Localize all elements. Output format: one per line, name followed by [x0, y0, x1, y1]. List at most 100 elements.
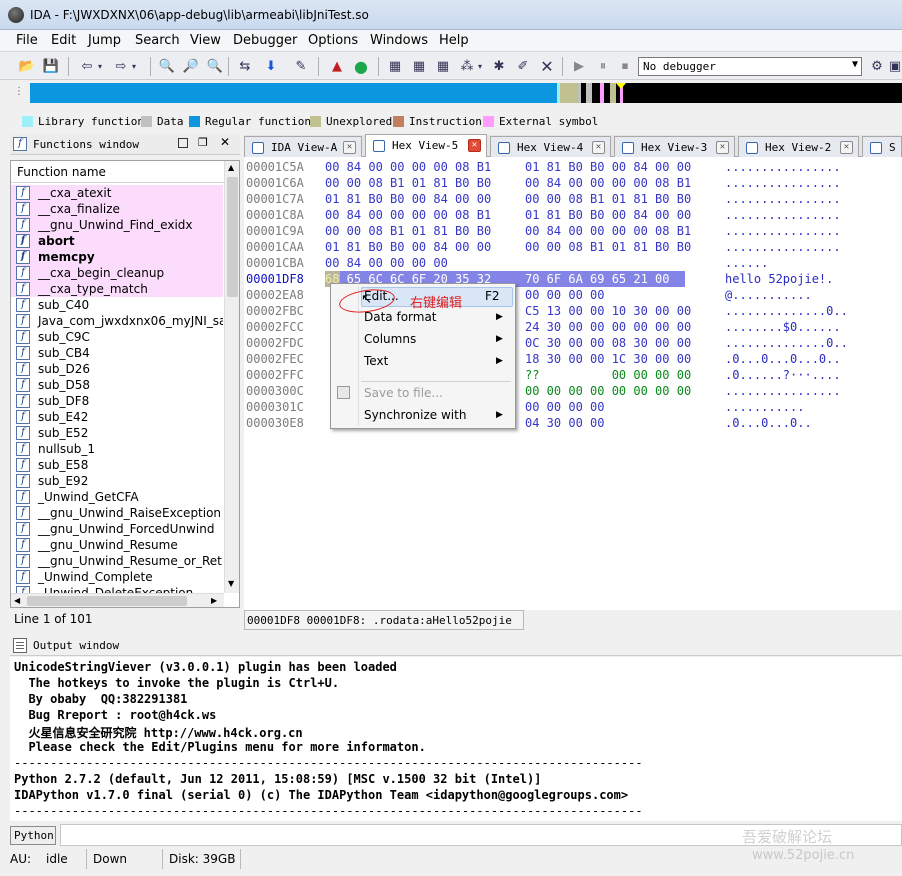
debugger-attach-icon[interactable]: ▣ — [886, 57, 902, 75]
undefine-icon[interactable]: ✕ — [538, 57, 556, 76]
menu-windows[interactable]: Windows — [370, 33, 428, 48]
tab-ida-view-a[interactable]: IDA View-A ✕ — [244, 136, 362, 157]
menu-view[interactable]: View — [190, 33, 221, 48]
close-icon[interactable]: ✕ — [343, 141, 356, 154]
hex-bytes-right[interactable]: 18 30 00 00 1C 30 00 00 — [525, 351, 691, 367]
function-name-column-header[interactable]: Function name — [11, 161, 226, 183]
function-row[interactable]: f __gnu_Unwind_ForcedUnwind — [11, 521, 223, 537]
back-icon[interactable]: ⇦ — [78, 57, 96, 75]
hex-bytes-right[interactable]: 24 30 00 00 00 00 00 00 — [525, 319, 691, 335]
hex-bytes-right[interactable]: 00 84 00 00 00 00 08 B1 — [525, 223, 691, 239]
enum-icon[interactable]: ✱ — [490, 57, 508, 75]
scroll-left-icon[interactable]: ◀ — [14, 596, 20, 605]
debugger-select[interactable]: No debugger ▼ — [638, 57, 862, 76]
tab-hex-view-4[interactable]: Hex View-4 ✕ — [490, 136, 611, 157]
array-type-icon[interactable]: ▦ — [434, 57, 452, 75]
hscroll-thumb[interactable] — [27, 596, 187, 606]
function-row[interactable]: f sub_D26 — [11, 361, 223, 377]
functions-window-titlebar[interactable]: f Functions window ❐ ✕ — [10, 135, 240, 155]
menu-item-synchronize-with[interactable]: Synchronize with — [364, 408, 466, 422]
close-icon[interactable]: ✕ — [468, 139, 481, 152]
close-icon[interactable]: ✕ — [840, 141, 853, 154]
hex-row[interactable]: 00001CAA 01 81 B0 B0 00 84 00 00 00 00 08 … — [244, 239, 902, 255]
menu-edit[interactable]: Edit — [51, 33, 76, 48]
restore-icon[interactable]: ❐ — [198, 136, 208, 149]
tab-s[interactable]: S — [862, 136, 902, 157]
function-row[interactable]: f __cxa_type_match — [11, 281, 223, 297]
menu-item-columns[interactable]: Columns — [364, 332, 416, 346]
save-icon[interactable]: 💾 — [42, 57, 60, 75]
python-button[interactable]: Python — [10, 826, 56, 845]
run-analysis-icon[interactable]: ● — [352, 57, 370, 76]
forward-dropdown-icon[interactable]: ▾ — [130, 57, 138, 75]
functions-horizontal-scrollbar[interactable]: ◀ ▶ — [11, 593, 224, 607]
maximize-icon[interactable] — [178, 138, 188, 148]
hex-bytes-left[interactable]: 00 00 08 B1 01 81 B0 B0 — [325, 223, 491, 239]
function-row[interactable]: f sub_C40 — [11, 297, 223, 313]
debug-stop-icon[interactable]: ⏹ — [616, 57, 634, 75]
hex-bytes-left[interactable]: 00 84 00 00 00 00 — [325, 255, 448, 271]
back-dropdown-icon[interactable]: ▾ — [96, 57, 104, 75]
hex-bytes-right[interactable]: 00 00 08 B1 01 81 B0 B0 — [525, 191, 691, 207]
hex-row[interactable]: 00001C9A 00 00 08 B1 01 81 B0 B0 00 84 00 … — [244, 223, 902, 239]
function-row[interactable]: f sub_D58 — [11, 377, 223, 393]
output-text[interactable]: UnicodeStringViever (v3.0.0.1) plugin ha… — [10, 657, 902, 821]
hex-bytes-right[interactable]: 01 81 B0 B0 00 84 00 00 — [525, 207, 691, 223]
navigation-band[interactable] — [30, 83, 902, 103]
struct-icon[interactable]: ⁂ — [458, 57, 476, 75]
hex-bytes-left[interactable]: 01 81 B0 B0 00 84 00 00 — [325, 191, 491, 207]
close-icon[interactable]: ✕ — [220, 135, 230, 149]
debug-start-icon[interactable]: ▶ — [570, 57, 588, 75]
menu-help[interactable]: Help — [439, 33, 469, 48]
function-row[interactable]: f __cxa_begin_cleanup — [11, 265, 223, 281]
functions-vertical-scrollbar[interactable]: ▲ ▼ — [224, 161, 239, 593]
menu-search[interactable]: Search — [135, 33, 180, 48]
hex-bytes-right[interactable]: 00 00 00 00 00 00 00 00 — [525, 383, 691, 399]
search-text-icon[interactable]: 🔍 — [158, 57, 176, 75]
close-icon[interactable]: ✕ — [592, 141, 605, 154]
hex-row[interactable]: 00001C8A 00 84 00 00 00 00 08 B1 01 81 B0 … — [244, 207, 902, 223]
menu-item-text[interactable]: Text — [364, 354, 388, 368]
rename-icon[interactable]: ✐ — [514, 57, 532, 75]
hex-row[interactable]: 00001C7A 01 81 B0 B0 00 84 00 00 00 00 08 … — [244, 191, 902, 207]
function-row[interactable]: f memcpy — [11, 249, 223, 265]
function-row[interactable]: f __cxa_atexit — [11, 185, 223, 201]
hex-bytes-right[interactable]: 00 84 00 00 00 00 08 B1 — [525, 175, 691, 191]
scroll-down-icon[interactable]: ▼ — [228, 579, 234, 588]
hex-bytes-right[interactable]: 00 00 08 B1 01 81 B0 B0 — [525, 239, 691, 255]
debugger-options-icon[interactable]: ⚙ — [868, 57, 886, 75]
hex-bytes-left[interactable]: 00 84 00 00 00 00 08 B1 — [325, 159, 491, 175]
scroll-right-icon[interactable]: ▶ — [211, 596, 217, 605]
functions-list[interactable]: Function name f __cxa_atexit f __cxa_finali… — [10, 160, 240, 608]
function-row[interactable]: f sub_E92 — [11, 473, 223, 489]
hex-bytes-right[interactable]: ?? 00 00 00 00 — [525, 367, 691, 383]
function-row[interactable]: f Java_com_jwxdxnx06_myJNI_sayHello — [11, 313, 223, 329]
hex-bytes-left[interactable]: 00 00 08 B1 01 81 B0 B0 — [325, 175, 491, 191]
goto-icon[interactable]: ⇆ — [236, 57, 254, 75]
function-row[interactable]: f sub_E42 — [11, 409, 223, 425]
function-row[interactable]: f sub_DF8 — [11, 393, 223, 409]
menu-debugger[interactable]: Debugger — [233, 33, 297, 48]
hex-bytes-right[interactable]: 04 30 00 00 — [525, 415, 604, 431]
hex-bytes-right[interactable]: 70 6F 6A 69 65 21 00 — [525, 271, 685, 287]
function-row[interactable]: f _Unwind_Complete — [11, 569, 223, 585]
function-row[interactable]: f __gnu_Unwind_Resume_or_Rethrow — [11, 553, 223, 569]
menu-jump[interactable]: Jump — [88, 33, 121, 48]
search-immediate-icon[interactable]: 🔍 — [206, 57, 224, 75]
function-row[interactable]: f sub_C9C — [11, 329, 223, 345]
hex-bytes-right[interactable]: 01 81 B0 B0 00 84 00 00 — [525, 159, 691, 175]
patch-icon[interactable]: ✎ — [292, 57, 310, 75]
tab-hex-view-3[interactable]: Hex View-3 ✕ — [614, 136, 735, 157]
tab-hex-view-5[interactable]: Hex View-5 ✕ — [365, 134, 487, 158]
hex-bytes-left[interactable]: 01 81 B0 B0 00 84 00 00 — [325, 239, 491, 255]
function-row[interactable]: f __cxa_finalize — [11, 201, 223, 217]
function-row[interactable]: f sub_E52 — [11, 425, 223, 441]
close-icon[interactable]: ✕ — [716, 141, 729, 154]
function-row[interactable]: f sub_E58 — [11, 457, 223, 473]
string-type-icon[interactable]: ▦ — [410, 57, 428, 75]
hex-bytes-right[interactable]: 00 00 00 00 — [525, 287, 604, 303]
function-row[interactable]: f sub_CB4 — [11, 345, 223, 361]
hex-bytes-right[interactable]: C5 13 00 00 10 30 00 00 — [525, 303, 691, 319]
debug-pause-icon[interactable]: ⏸ — [594, 57, 612, 75]
data-type-icon[interactable]: ▦ — [386, 57, 404, 75]
